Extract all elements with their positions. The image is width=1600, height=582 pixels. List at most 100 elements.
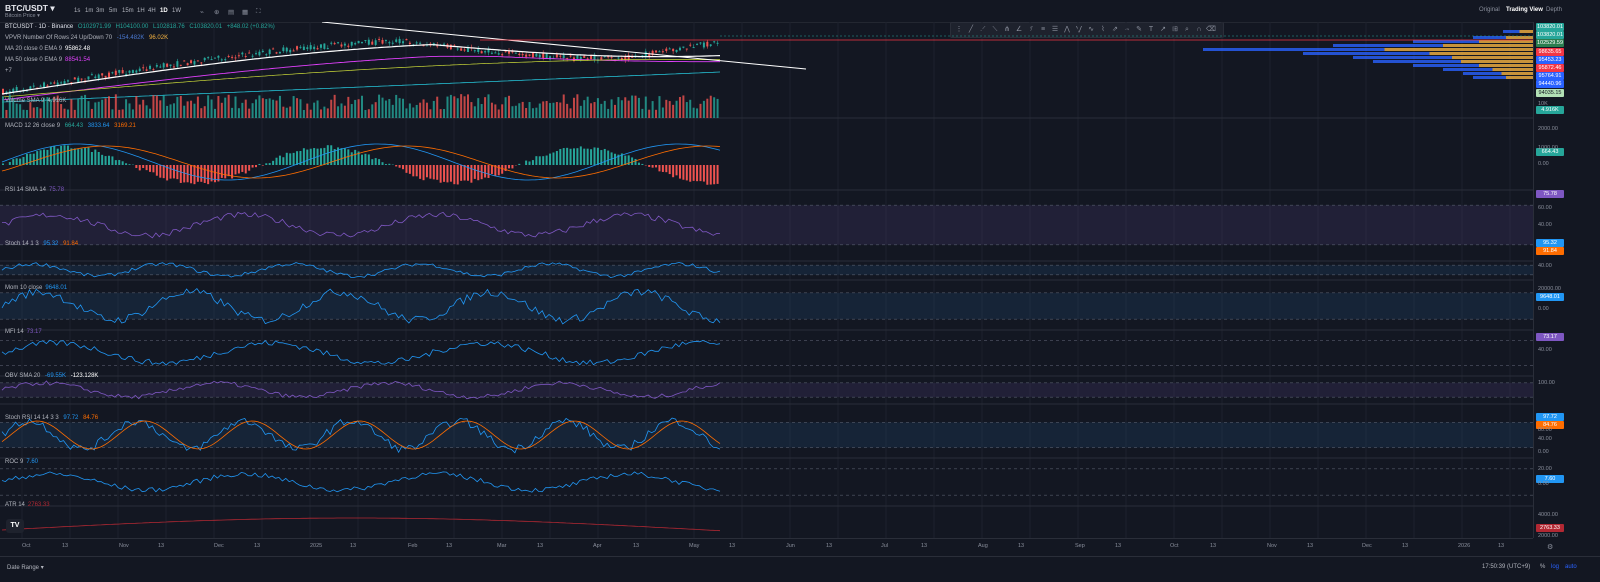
volume-bar: [542, 101, 544, 118]
date-range-button[interactable]: Date Range ▾: [7, 564, 44, 571]
volume-bar: [641, 109, 643, 118]
vpvr-bar: [1461, 60, 1533, 63]
volume-bar: [665, 100, 667, 118]
mfi-value-badge: 73.17: [1536, 333, 1564, 341]
macd-bar: [597, 148, 599, 165]
time-label: Mar: [497, 543, 506, 549]
candle: [617, 58, 619, 59]
candle: [717, 43, 719, 44]
chart-type-icon[interactable]: ▤: [228, 8, 234, 16]
chart-canvas[interactable]: [0, 22, 1533, 538]
volume-bar: [5, 110, 7, 118]
timeframe-1h[interactable]: 1H: [137, 8, 145, 14]
candle: [53, 82, 55, 83]
candle: [310, 45, 312, 49]
layout-icon[interactable]: ▦: [242, 8, 248, 16]
macd-bar: [559, 149, 561, 165]
candle: [132, 70, 134, 73]
volume-bar: [340, 103, 342, 118]
candle: [378, 39, 380, 40]
vpvr-bar: [1479, 40, 1533, 43]
indicators-icon[interactable]: ⌁: [200, 8, 204, 16]
macd-bar: [320, 148, 322, 165]
volume-bar: [409, 103, 411, 118]
macd-bar: [488, 165, 490, 178]
volume-bar: [91, 109, 93, 118]
macd-bar: [385, 164, 387, 165]
symbol-subtitle[interactable]: Bitcoin Price ▾: [5, 13, 40, 19]
volume-bar: [624, 97, 626, 118]
timeframe-3m[interactable]: 3m: [96, 8, 104, 14]
macd-bar: [146, 165, 148, 170]
timeframe-1w[interactable]: 1W: [172, 8, 181, 14]
candle: [388, 42, 390, 43]
volume-bar: [228, 95, 230, 118]
candle: [5, 92, 7, 93]
percent-toggle[interactable]: %: [1540, 564, 1545, 570]
macd-bar: [159, 165, 161, 178]
timeframe-1s[interactable]: 1s: [74, 8, 80, 14]
log-toggle[interactable]: log: [1551, 564, 1559, 570]
view-original[interactable]: Original: [1479, 7, 1500, 13]
macd-bar: [364, 154, 366, 165]
timeframe-4h[interactable]: 4H: [148, 8, 156, 14]
candle: [115, 71, 117, 75]
volume-bar: [416, 105, 418, 118]
volume-bar: [245, 100, 247, 118]
volume-bar: [334, 95, 336, 118]
gear-icon[interactable]: ⚙: [1547, 543, 1553, 551]
tradingview-logo-icon[interactable]: TV: [6, 519, 24, 533]
time-label: 13: [1402, 543, 1408, 549]
chart-panes[interactable]: [0, 22, 1533, 538]
compare-icon[interactable]: ⊕: [214, 8, 219, 16]
macd-bar: [129, 164, 131, 165]
axis-tick: 10K: [1538, 101, 1548, 107]
time-label: 13: [1498, 543, 1504, 549]
volume-bar: [580, 106, 582, 118]
volume-bar: [604, 101, 606, 118]
price-axis[interactable]: [1533, 22, 1600, 538]
view-depth[interactable]: Depth: [1546, 7, 1562, 13]
vpvr-bar: [1479, 64, 1533, 67]
macd-bar: [399, 165, 401, 168]
clock-display[interactable]: 17:50:39 (UTC+9): [1482, 564, 1530, 570]
macd-bar: [686, 165, 688, 180]
timeframe-1m[interactable]: 1m: [85, 8, 93, 14]
macd-bar: [293, 153, 295, 165]
candle: [416, 42, 418, 43]
timeframe-15m[interactable]: 15m: [122, 8, 134, 14]
view-trading-view[interactable]: Trading View: [1506, 7, 1543, 13]
macd-bar: [241, 165, 243, 172]
macd-bar: [60, 146, 62, 165]
candle: [525, 55, 527, 57]
volume-bar: [224, 98, 226, 118]
candle: [501, 54, 503, 55]
vpvr-legend: VPVR Number Of Rows 24 Up/Down 70 -154.4…: [5, 35, 168, 41]
volume-bar: [149, 109, 151, 118]
timeframe-1d[interactable]: 1D: [160, 8, 168, 14]
volume-bar: [385, 101, 387, 118]
candle: [658, 51, 660, 52]
timeframe-5m[interactable]: 5m: [109, 8, 117, 14]
candle: [87, 76, 89, 79]
macd-bar: [556, 151, 558, 165]
auto-toggle[interactable]: auto: [1565, 564, 1577, 570]
time-axis[interactable]: Oct13Nov13Dec13202513Feb13Mar13Apr13May1…: [0, 538, 1533, 555]
candle: [713, 41, 715, 42]
macd-bar: [245, 165, 247, 173]
volume-bar: [511, 106, 513, 118]
candle: [238, 55, 240, 56]
trading-chart-app: BTC/USDT ▾ Bitcoin Price ▾ 1s1m3m5m15m1H…: [0, 0, 1600, 581]
axis-tick: 100.00: [1538, 380, 1555, 386]
macd-bar: [635, 159, 637, 165]
volume-bar: [614, 105, 616, 118]
candle: [682, 47, 684, 48]
macd-bar: [265, 163, 267, 165]
volume-bar: [621, 100, 623, 118]
candle: [371, 42, 373, 45]
macd-bar: [303, 148, 305, 165]
volume-legend: Volume SMA 94.916K: [5, 98, 66, 104]
more-indicators[interactable]: +7: [5, 68, 12, 74]
fullscreen-icon[interactable]: ⛶: [256, 8, 261, 16]
stoch2-band: [0, 293, 1533, 319]
